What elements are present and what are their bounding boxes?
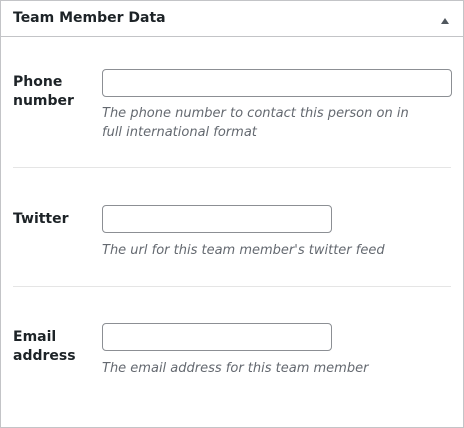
email-address-description: The email address for this team member — [102, 361, 369, 376]
team-member-data-metabox: Team Member Data Phone number The phone … — [0, 0, 464, 428]
metabox-title: Team Member Data — [13, 10, 166, 26]
email-address-label: Email address — [13, 329, 76, 364]
metabox-header[interactable]: Team Member Data — [1, 1, 463, 37]
twitter-description: The url for this team member's twitter f… — [102, 243, 385, 258]
phone-number-label: Phone number — [13, 74, 74, 109]
email-address-input[interactable] — [102, 323, 332, 351]
divider — [13, 286, 451, 287]
divider — [13, 167, 451, 168]
twitter-input[interactable] — [102, 205, 332, 233]
twitter-label: Twitter — [13, 211, 69, 227]
phone-number-input[interactable] — [102, 69, 452, 97]
collapse-toggle-icon[interactable] — [437, 13, 453, 29]
phone-number-description: The phone number to contact this person … — [102, 106, 409, 140]
